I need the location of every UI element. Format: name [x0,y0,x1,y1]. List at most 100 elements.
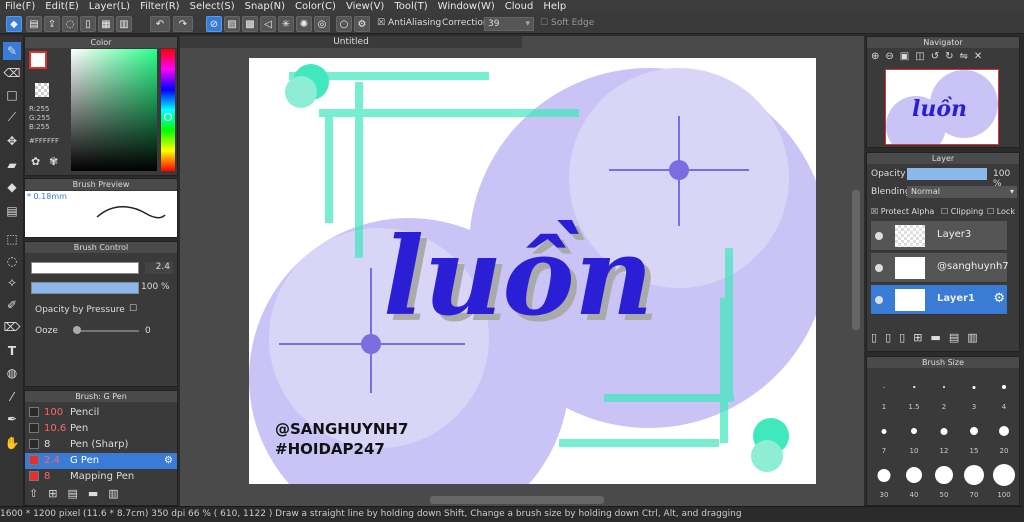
balloon-tool-icon[interactable]: ◍ [3,364,21,382]
brush-item[interactable]: 10.6 Pen [25,421,177,437]
brush-delete-icon[interactable]: ▥ [108,487,128,500]
brush-size-cell[interactable]: 1.5 [899,371,929,411]
brush-folder-icon[interactable]: ▬ [88,487,108,500]
brush-size-cell[interactable]: 30 [869,459,899,499]
correction-input[interactable]: 39 ▾ [484,17,534,31]
menu-item[interactable]: Select(S) [185,0,240,14]
redo-icon[interactable]: ↷ [173,16,193,32]
rotate-left-icon[interactable]: ↺ [931,51,945,62]
actual-size-icon[interactable]: ◫ [915,51,930,62]
brush-size-cell[interactable]: 1 [869,371,899,411]
brush-size-cell[interactable]: 3 [959,371,989,411]
menu-item[interactable]: Color(C) [290,0,341,14]
brush-upload-icon[interactable]: ⇧ [29,487,48,500]
reset-icon[interactable]: ✕ [974,51,988,62]
snap-concentric-icon[interactable]: ◎ [314,16,330,32]
snap-grid-icon[interactable]: ▩ [242,16,258,32]
select-pen-icon[interactable]: ✐ [3,296,21,314]
vertical-scrollbar[interactable] [852,190,860,330]
ooze-slider[interactable] [75,330,139,332]
eye-icon[interactable] [875,296,883,304]
saturation-value-field[interactable] [71,49,157,171]
select-rect-icon[interactable]: ⬚ [3,230,21,248]
menu-item[interactable]: Edit(E) [40,0,84,14]
layer-row-layer3[interactable]: Layer3 [871,221,1007,251]
menu-item[interactable]: File(F) [0,0,40,14]
brush-size-slider[interactable] [31,262,139,274]
layer-row-layer1[interactable]: Layer1 ⚙ [871,285,1007,315]
snap-off-icon[interactable]: ⊘ [206,16,222,32]
lock-checkbox[interactable]: ☐ Lock [987,207,1015,216]
open-icon[interactable]: ⇪ [44,16,60,32]
hand-tool-icon[interactable]: ✋ [3,434,21,452]
canvas-tab[interactable]: Untitled [180,36,522,48]
horizontal-scrollbar[interactable] [430,496,604,504]
brush-size-cell[interactable]: 10 [899,415,929,455]
menu-item[interactable]: Layer(L) [84,0,135,14]
dropper-tool-icon[interactable]: ⁄ [3,388,21,406]
line-tool-icon[interactable]: ⟋ [3,108,21,126]
brush-size-cell[interactable]: 70 [959,459,989,499]
zoom-in-icon[interactable]: ⊕ [871,51,885,62]
undo-icon[interactable]: ↶ [150,16,170,32]
brush-item[interactable]: 100 Pencil [25,405,177,421]
brush-size-value[interactable]: 2.4 [145,262,173,274]
hue-slider[interactable] [161,49,175,171]
menu-item[interactable]: Help [538,0,571,14]
zoom-out-icon[interactable]: ⊖ [885,51,899,62]
snap-perspective-icon[interactable]: ◁ [260,16,276,32]
balloon-icon[interactable]: ◌ [62,16,78,32]
app-icon[interactable]: ◆ [6,16,22,32]
clipping-checkbox[interactable]: ☐ Clipping [941,207,983,216]
menu-item[interactable]: Tool(T) [389,0,432,14]
soft-edge-checkbox[interactable]: ☐ [540,18,548,28]
gradient-tool-icon[interactable]: ▤ [3,202,21,220]
layer-delete-icon[interactable]: ▥ [967,331,985,344]
snap-ellipse-icon[interactable]: ○ [336,16,352,32]
antialiasing-checkbox[interactable]: ☒ [377,18,385,28]
gear-icon[interactable]: ⚙ [993,291,1005,306]
text-tool-icon[interactable]: T [3,342,21,360]
layer-opacity-slider[interactable] [907,168,987,180]
snap-crossline-icon[interactable]: ✳ [278,16,294,32]
select-eraser-icon[interactable]: ⌦ [3,318,21,336]
blending-select[interactable]: Normal ▾ [907,186,1017,198]
menu-item[interactable]: View(V) [341,0,389,14]
magic-wand-icon[interactable]: ✧ [3,274,21,292]
transparent-color-swatch[interactable] [35,83,49,97]
brush-size-cell[interactable]: 4 [989,371,1019,411]
new-text-layer-icon[interactable]: ▯ [899,331,913,344]
add-layer-icon[interactable]: ⊞ [913,331,930,344]
palette-icon[interactable]: ✿ [31,155,40,168]
brush-size-cell[interactable]: 40 [899,459,929,499]
snap-ruler-icon[interactable]: ▨ [224,16,240,32]
foreground-color-swatch[interactable] [29,51,47,69]
brush-add-icon[interactable]: ⊞ [48,487,67,500]
hue-handle[interactable] [164,113,172,121]
menu-item[interactable]: Snap(N) [240,0,290,14]
brush-size-cell[interactable]: 100 [989,459,1019,499]
snap-radial-icon[interactable]: ✺ [296,16,312,32]
brush-tool-icon[interactable]: ✎ [3,42,21,60]
menu-item[interactable]: Filter(R) [135,0,185,14]
move-tool-icon[interactable]: ✥ [3,132,21,150]
menu-item[interactable]: Window(W) [433,0,500,14]
settings-icon[interactable]: ⚙ [354,16,370,32]
bucket-tool-icon[interactable]: ◆ [3,178,21,196]
brush-size-cell[interactable]: 7 [869,415,899,455]
brush-opacity-value[interactable]: 100 % [141,282,170,292]
brush-item[interactable]: 2.4 G Pen ⚙ [25,453,177,469]
brush-size-cell[interactable]: 20 [989,415,1019,455]
brush-item[interactable]: 8 Pen (Sharp) [25,437,177,453]
new-layer-icon[interactable]: ▯ [871,331,885,344]
navigator-preview[interactable]: luồn [885,69,999,156]
palette-settings-icon[interactable]: ✾ [49,155,58,168]
rectangle-tool-icon[interactable]: □ [3,86,21,104]
brush-copy-icon[interactable]: ▤ [67,487,87,500]
new-vector-layer-icon[interactable]: ▯ [885,331,899,344]
ooze-handle[interactable] [73,326,81,334]
protect-alpha-checkbox[interactable]: ☒ Protect Alpha [871,207,934,216]
brush-size-cell[interactable]: 2 [929,371,959,411]
brush-size-cell[interactable]: 15 [959,415,989,455]
gear-icon[interactable]: ⚙ [164,453,173,469]
